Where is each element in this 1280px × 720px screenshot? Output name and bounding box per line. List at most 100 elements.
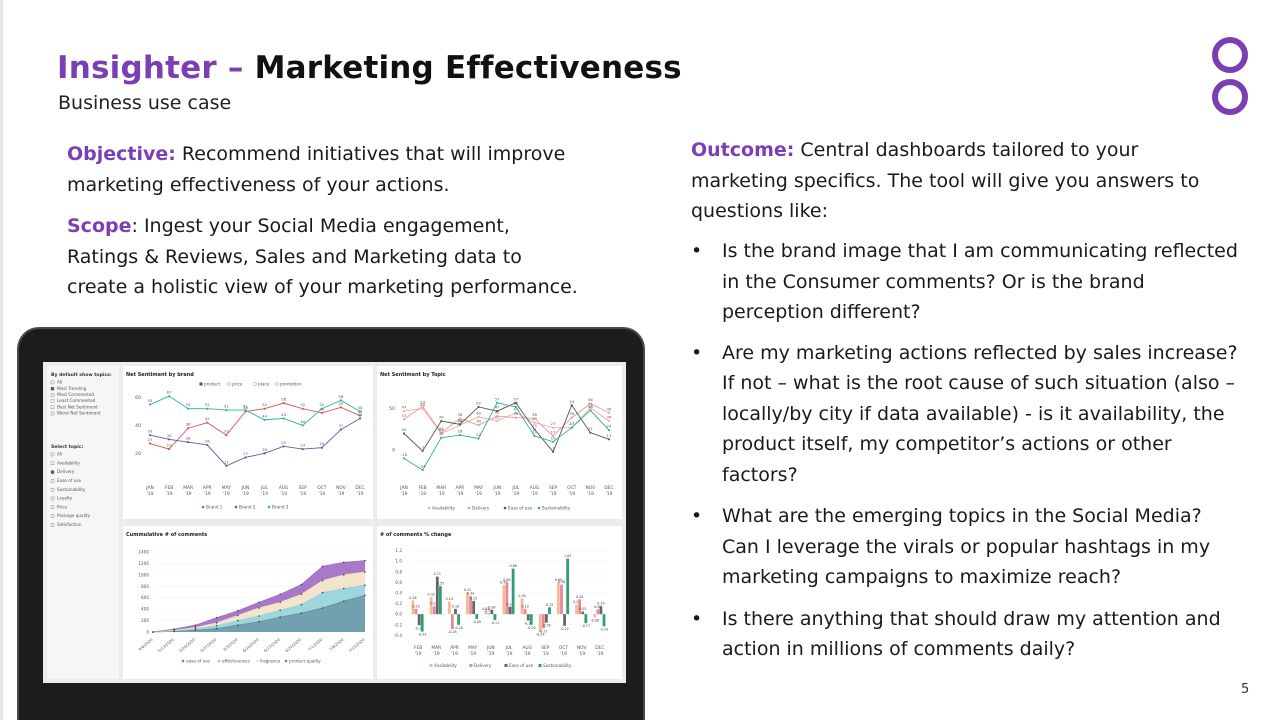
data-label: 0.56 [558,580,565,584]
list-item: • What are the emerging topics in the Soc… [691,501,1241,593]
dashboard-canvas: By default show topics:AllMost TrendingM… [47,366,622,679]
data-point [282,402,285,405]
x-tick-label: '19 [568,491,575,497]
x-tick-label: SEP [541,645,550,651]
x-tick-label: NOV [586,485,596,491]
data-label: -0.28 [448,630,457,634]
data-point [258,601,260,604]
data-point [589,431,592,434]
outcome-label: Outcome: [691,139,795,161]
legend-label: Brand 2 [239,505,256,510]
data-label: 51 [243,404,248,409]
bar [457,614,460,625]
data-label: 45 [607,406,612,411]
scope-text: : Ingest your Social Media engagement, R… [67,215,578,298]
data-label: 56 [281,397,286,402]
bar [417,614,421,626]
data-point [402,432,406,435]
data-point [300,612,303,614]
bullet-text: Are my marketing actions reflected by sa… [722,341,1238,486]
x-tick-label: '19 [512,491,519,497]
data-label: -0.23 [600,627,609,631]
data-label: -0.16 [542,624,551,628]
data-label: 20 [262,447,267,452]
data-point [458,423,462,426]
data-point [215,622,218,624]
sidebar-option: All [57,452,62,457]
data-label: -0.27 [539,629,548,633]
y-tick-label: 800 [141,584,149,589]
y-tick-label: 0.4 [395,591,402,596]
data-point [148,434,152,437]
legend-marker [538,664,542,667]
data-point [152,631,154,633]
data-point [215,616,218,619]
x-tick-label: '19 [597,651,604,657]
data-label: 24 [319,441,324,446]
data-point [533,434,536,438]
data-label: 53 [420,400,425,405]
data-label: 40 [476,410,481,415]
toggle-label: promotion [280,382,302,387]
data-point [321,591,324,594]
bar [523,608,527,615]
legend-label: effectiveness [222,659,250,664]
data-point [421,468,424,472]
x-tick-label: APR [203,485,212,491]
bar [575,604,578,615]
data-point [607,419,611,423]
data-label: 39 [569,411,574,416]
x-tick-label: APR [450,645,459,651]
data-label: -0.20 [527,626,536,630]
title-main: Marketing Effectiveness [254,50,682,86]
x-tick-label: MAR [431,645,441,651]
x-tick-label: JUN [241,485,250,491]
x-tick-label: OCT [559,645,569,651]
slide-title: Insighter – Marketing Effectiveness [57,50,682,86]
legend-marker [217,659,221,663]
bar [602,614,606,627]
x-tick-label: '19 [469,651,476,657]
y-tick-label: 600 [141,595,149,600]
legend-label: Availability [434,663,457,668]
y-tick-label: 0.8 [395,569,402,574]
legend-label: Brand 3 [272,505,289,510]
sidebar-checkbox [50,387,55,391]
data-label: 30 [167,433,172,438]
data-label: 47 [402,405,407,410]
data-point [279,593,281,596]
legend-marker [427,506,431,510]
data-label: 48 [588,404,593,409]
x-tick-label: AUG [279,485,289,491]
data-label: 40 [300,419,305,424]
bar [557,582,560,615]
data-label: -10 [401,452,408,457]
x-tick-label: '19 [242,491,249,497]
data-label: -0.11 [491,621,500,625]
data-label: 33 [148,429,153,434]
data-point [533,417,536,420]
sidebar-filter2-title: Select topic: [51,444,84,450]
objective-paragraph: Objective: Recommend initiatives that wi… [67,139,587,200]
x-tick-label: SEP [299,485,308,491]
bar [545,614,548,623]
company-logo-icon [1212,37,1248,115]
panel-title: Cummulative # of comments [126,532,207,538]
data-point [167,438,171,441]
x-tick-label: '19 [185,491,192,497]
bullet-icon: • [691,505,703,527]
data-label: 38 [532,412,537,417]
question-list: • Is the brand image that I am communicat… [691,236,1241,665]
bar [487,613,491,615]
data-label: -0.33 [418,633,427,637]
x-tick-label: FEB [418,485,426,491]
bar [505,582,509,615]
data-point [300,593,303,596]
x-tick-label: MAR [436,485,446,491]
bar [529,614,533,625]
data-label: 27 [148,437,153,442]
data-label: 21 [588,426,593,431]
data-label: 0.15 [597,602,604,606]
x-tick-label: SEP [549,485,558,491]
data-point [358,410,362,413]
